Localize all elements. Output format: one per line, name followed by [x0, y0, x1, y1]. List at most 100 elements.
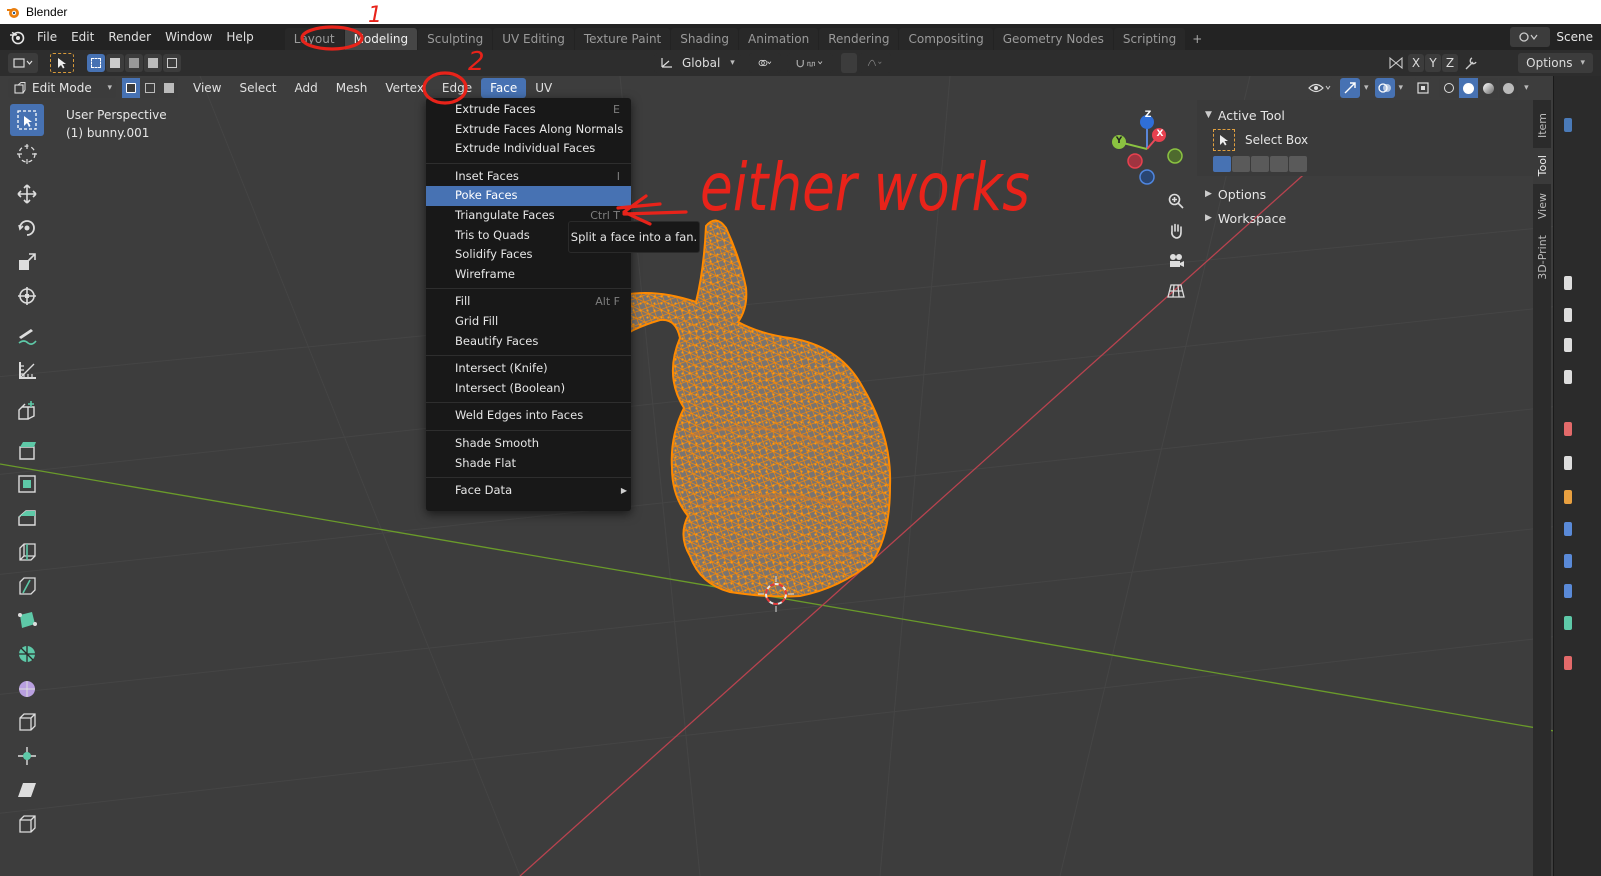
- bevel-tool[interactable]: [10, 502, 44, 534]
- collection-properties-icon[interactable]: [1564, 456, 1572, 470]
- select-box-tool[interactable]: [10, 104, 44, 136]
- select-extend-icon[interactable]: [1232, 156, 1250, 172]
- menu-help[interactable]: Help: [219, 24, 260, 50]
- menu-edit[interactable]: Edit: [64, 24, 101, 50]
- menu-select[interactable]: Select: [230, 78, 285, 98]
- rendered-shading-icon[interactable]: [1499, 78, 1519, 98]
- menu-view[interactable]: View: [184, 78, 230, 98]
- menu-item-wireframe[interactable]: Wireframe: [426, 265, 631, 285]
- select-new-icon[interactable]: [87, 54, 105, 72]
- smooth-tool[interactable]: [10, 672, 44, 704]
- proportional-edit-button[interactable]: [840, 53, 857, 73]
- constraint-properties-icon[interactable]: [1564, 616, 1572, 630]
- measure-tool[interactable]: [10, 354, 44, 386]
- tab-shading[interactable]: Shading: [671, 28, 738, 50]
- inset-faces-tool[interactable]: [10, 468, 44, 500]
- overlay-toggle-icon[interactable]: [1374, 78, 1395, 98]
- mirror-z-button[interactable]: Z: [1442, 54, 1458, 72]
- tab-geometry-nodes[interactable]: Geometry Nodes: [993, 28, 1113, 50]
- sidebar-tab-item[interactable]: Item: [1533, 106, 1551, 146]
- edge-slide-tool[interactable]: [10, 706, 44, 738]
- pivot-point-button[interactable]: [748, 53, 781, 73]
- mirror-y-button[interactable]: Y: [1425, 54, 1441, 72]
- gizmo-toggle-icon[interactable]: [1340, 78, 1360, 98]
- menu-vertex[interactable]: Vertex: [376, 78, 433, 98]
- select-extend-icon[interactable]: [106, 54, 124, 72]
- select-intersect-icon[interactable]: [1289, 156, 1307, 172]
- output-properties-icon[interactable]: [1564, 308, 1572, 322]
- menu-render[interactable]: Render: [101, 24, 158, 50]
- shrink-fatten-tool[interactable]: [10, 740, 44, 772]
- tab-scripting[interactable]: Scripting: [1113, 28, 1186, 50]
- perspective-grid-icon[interactable]: [1163, 278, 1189, 304]
- rip-region-tool[interactable]: [10, 808, 44, 840]
- menu-add[interactable]: Add: [286, 78, 327, 98]
- menu-item-fill[interactable]: Fill Alt F: [426, 292, 631, 312]
- scene-properties-icon[interactable]: [1564, 370, 1572, 384]
- particles-properties-icon[interactable]: [1564, 554, 1572, 568]
- render-properties-icon[interactable]: [1564, 276, 1572, 290]
- gizmo-y-label[interactable]: Y: [1114, 136, 1124, 146]
- wireframe-shading-icon[interactable]: [1439, 78, 1459, 98]
- snap-button[interactable]: [786, 53, 833, 73]
- object-properties-icon[interactable]: [1564, 490, 1572, 504]
- add-cube-tool[interactable]: [10, 394, 44, 426]
- vertex-select-icon[interactable]: [122, 78, 140, 98]
- tool-properties-icon[interactable]: [1564, 118, 1572, 132]
- knife-tool[interactable]: [10, 570, 44, 602]
- options-panel-header[interactable]: ▶ Options: [1197, 182, 1533, 206]
- loop-cut-tool[interactable]: [10, 536, 44, 568]
- camera-icon[interactable]: [1163, 248, 1189, 274]
- sidebar-tab-tool[interactable]: Tool: [1533, 148, 1551, 184]
- annotate-tool[interactable]: [10, 320, 44, 352]
- select-new-icon[interactable]: [1213, 156, 1231, 172]
- editor-type-button[interactable]: [8, 53, 38, 73]
- transform-tool[interactable]: [10, 280, 44, 312]
- menu-item-intersect-boolean[interactable]: Intersect (Boolean): [426, 379, 631, 399]
- menu-item-poke-faces[interactable]: Poke Faces: [426, 186, 631, 206]
- shear-tool[interactable]: [10, 774, 44, 806]
- chevron-down-icon[interactable]: ▾: [1524, 83, 1529, 93]
- select-invert-icon[interactable]: [144, 54, 162, 72]
- mirror-x-button[interactable]: X: [1408, 54, 1424, 72]
- scene-browse-button[interactable]: [1510, 27, 1551, 47]
- select-invert-icon[interactable]: [1270, 156, 1288, 172]
- rotate-tool[interactable]: [10, 212, 44, 244]
- cursor-tool[interactable]: [10, 138, 44, 170]
- menu-item-extrude-individual-faces[interactable]: Extrude Individual Faces: [426, 139, 631, 159]
- menu-item-inset-faces[interactable]: Inset Faces I: [426, 167, 631, 187]
- menu-item-shade-flat[interactable]: Shade Flat: [426, 454, 631, 474]
- menu-item-beautify-faces[interactable]: Beautify Faces: [426, 332, 631, 352]
- chevron-down-icon[interactable]: ▾: [1399, 83, 1404, 93]
- tab-sculpting[interactable]: Sculpting: [418, 28, 493, 50]
- tab-rendering[interactable]: Rendering: [819, 28, 899, 50]
- tab-compositing[interactable]: Compositing: [899, 28, 993, 50]
- poly-build-tool[interactable]: [10, 604, 44, 636]
- chevron-down-icon[interactable]: ▾: [1364, 83, 1369, 93]
- menu-file[interactable]: File: [30, 24, 64, 50]
- select-subtract-icon[interactable]: [1251, 156, 1269, 172]
- xray-toggle-icon[interactable]: [1413, 78, 1434, 98]
- menu-uv[interactable]: UV: [526, 78, 561, 98]
- zoom-icon[interactable]: [1163, 188, 1189, 214]
- menu-item-extrude-faces-along-normals[interactable]: Extrude Faces Along Normals: [426, 120, 631, 140]
- options-dropdown[interactable]: Options ▾: [1518, 53, 1593, 73]
- gizmo-x-label[interactable]: X: [1155, 129, 1165, 139]
- sidebar-tab-view[interactable]: View: [1533, 188, 1551, 224]
- solid-shading-icon[interactable]: [1459, 78, 1479, 98]
- material-shading-icon[interactable]: [1479, 78, 1499, 98]
- spin-tool[interactable]: [10, 638, 44, 670]
- visibility-eye-icon[interactable]: [1306, 78, 1334, 98]
- menu-item-shade-smooth[interactable]: Shade Smooth: [426, 434, 631, 454]
- world-properties-icon[interactable]: [1564, 422, 1572, 436]
- menu-window[interactable]: Window: [158, 24, 219, 50]
- menu-mesh[interactable]: Mesh: [327, 78, 377, 98]
- falloff-button[interactable]: [858, 53, 891, 73]
- menu-item-intersect-knife[interactable]: Intersect (Knife): [426, 359, 631, 379]
- hand-pan-icon[interactable]: [1163, 218, 1189, 244]
- menu-item-weld-edges-into-faces[interactable]: Weld Edges into Faces: [426, 406, 631, 426]
- menu-edge[interactable]: Edge: [433, 78, 481, 98]
- menu-face[interactable]: Face: [481, 78, 527, 98]
- gizmo-z-label[interactable]: Z: [1143, 110, 1153, 120]
- sidebar-tab-3d-print[interactable]: 3D-Print: [1533, 232, 1551, 282]
